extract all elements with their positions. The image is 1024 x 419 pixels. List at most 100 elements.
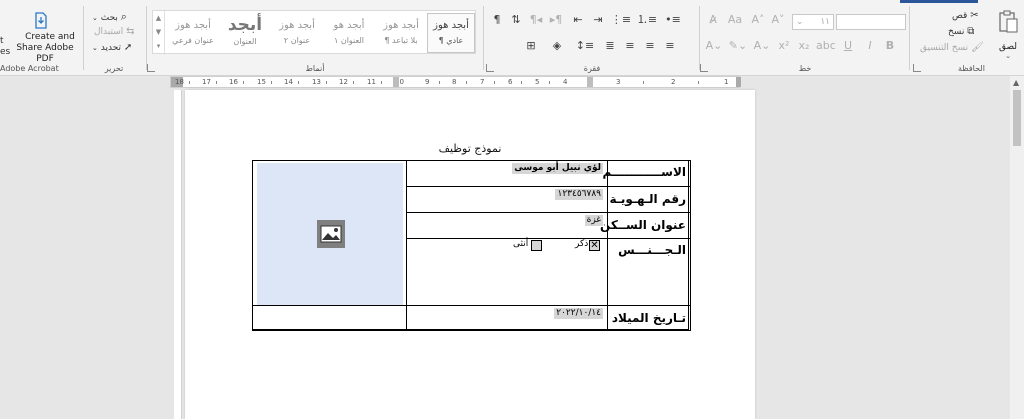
bold-icon[interactable]: B: [882, 38, 898, 54]
scroll-up-icon[interactable]: ▲: [1013, 78, 1019, 87]
italic-icon[interactable]: I: [862, 38, 878, 54]
cursor-arrow-icon: ➚: [123, 42, 133, 53]
justify-icon[interactable]: ≣: [602, 38, 618, 54]
font-size-combo[interactable]: ⌄ ١١: [792, 14, 834, 30]
copy-button[interactable]: نسخ ⧉: [948, 26, 974, 37]
gender-value-cell[interactable]: ✕ ذكر أنثى: [406, 238, 608, 306]
form-title: نموذج توظيف: [438, 142, 502, 155]
address-value-cell[interactable]: غزة: [406, 212, 608, 239]
replace-button[interactable]: استبدال ⇆: [94, 26, 135, 37]
font-group: A̷ Aa A˄ A˅ ⌄ ١١ A⌄ ✎⌄ A⌄ x² x₂ abc U I …: [702, 2, 908, 74]
superscript-icon[interactable]: x²: [776, 38, 792, 54]
ruler-mark: [189, 81, 190, 84]
ruler-mark: [271, 81, 272, 84]
style-name: ¶ عادي: [438, 36, 464, 45]
styles-group: ▲ ▼ ▾ أبجد هوز عنوان فرعي أبجد العنوان أ…: [150, 2, 480, 74]
ruler-margin-right: [736, 77, 741, 87]
rtl-direction-icon[interactable]: ¶◂: [528, 12, 544, 28]
ruler-mark: [216, 81, 217, 84]
create-share-adobe-pdf-button[interactable]: Create and Share Adobe PDF: [0, 10, 82, 64]
vertical-ruler[interactable]: [174, 90, 182, 419]
gallery-up-icon[interactable]: ▲: [153, 11, 164, 25]
multilevel-list-icon[interactable]: ⋮≡: [610, 12, 632, 28]
photo-placeholder[interactable]: [257, 163, 403, 305]
font-name-combo[interactable]: [836, 14, 906, 30]
strikethrough-icon[interactable]: abc: [816, 38, 836, 54]
male-checkbox[interactable]: ✕: [589, 240, 600, 251]
separator: [909, 6, 910, 70]
clipboard-group-label: الحافظة: [958, 64, 985, 73]
decrease-indent-icon[interactable]: ⇤: [570, 12, 586, 28]
style-name: العنوان: [233, 37, 257, 46]
scrollbar-thumb[interactable]: [1013, 90, 1021, 146]
ruler-tick: 1: [724, 78, 729, 86]
paste-button[interactable]: لصق ⌄: [994, 10, 1022, 60]
align-left-icon[interactable]: ≡: [662, 38, 678, 54]
scissors-icon: ✂: [970, 10, 979, 21]
align-right-icon[interactable]: ≡: [622, 38, 638, 54]
employment-form-table[interactable]: لؤي نبيل أبو موسى ١٢٣٤٥٦٧٨٩ غزة ✕ ذكر أن…: [252, 160, 691, 331]
address-label: عنوان الســكن: [600, 218, 686, 232]
styles-group-label: أنماط: [305, 64, 325, 73]
find-button[interactable]: ⌄ بحث ⌕: [92, 10, 127, 24]
borders-icon[interactable]: ⊞: [520, 38, 542, 54]
find-label: بحث: [100, 13, 118, 23]
gallery-more-icon[interactable]: ▾: [153, 39, 164, 53]
male-label: ذكر: [575, 239, 589, 249]
copy-label: نسخ: [948, 27, 965, 37]
separator: [146, 6, 147, 70]
highlight-color-icon[interactable]: ✎⌄: [728, 38, 748, 54]
format-painter-button[interactable]: نسخ التنسيق 🖌: [920, 42, 984, 53]
birth-value-cell[interactable]: ٢٠٢٢/١٠/١٤: [406, 305, 608, 331]
photo-cell[interactable]: [252, 160, 407, 306]
picture-icon-svg: [320, 225, 342, 243]
id-value-cell[interactable]: ١٢٣٤٥٦٧٨٩: [406, 186, 608, 213]
female-checkbox[interactable]: [531, 240, 542, 251]
shading-icon[interactable]: ◈: [546, 38, 568, 54]
bullets-icon[interactable]: •≡: [662, 12, 684, 28]
ruler-mark: [698, 81, 699, 84]
grow-font-icon[interactable]: A˄: [750, 12, 766, 28]
style-subtitle[interactable]: أبجد هوز عنوان فرعي: [169, 13, 217, 53]
name-value-cell[interactable]: لؤي نبيل أبو موسى: [406, 160, 608, 187]
style-heading-2[interactable]: أبجد هوز عنوان ٢: [273, 13, 321, 53]
increase-indent-icon[interactable]: ⇥: [590, 12, 606, 28]
ruler-tick: 18: [175, 78, 184, 86]
shrink-font-icon[interactable]: A˅: [770, 12, 786, 28]
font-color-icon[interactable]: A⌄: [704, 38, 724, 54]
align-center-icon[interactable]: ≡: [642, 38, 658, 54]
sort-icon[interactable]: ⇅: [508, 12, 524, 28]
style-no-spacing[interactable]: أبجد هوز ¶ بلا تباعد: [377, 13, 425, 53]
style-normal[interactable]: أبجد هوز ¶ عادي: [427, 13, 475, 53]
ruler-tick: 4: [563, 78, 568, 86]
select-button[interactable]: ⌄ تحديد ➚: [92, 42, 132, 53]
ruler-tick: 6: [508, 78, 513, 86]
text-effects-icon[interactable]: A⌄: [752, 38, 772, 54]
cut-button[interactable]: قص ✂: [952, 10, 979, 21]
ruler-tick: 2: [671, 78, 676, 86]
change-case-icon[interactable]: Aa: [726, 12, 744, 28]
clear-formatting-icon[interactable]: A̷: [704, 12, 722, 28]
line-spacing-icon[interactable]: ↕≡: [574, 38, 596, 54]
vertical-scrollbar[interactable]: ▲: [1010, 76, 1024, 419]
ruler-tick: 3: [616, 78, 621, 86]
style-title[interactable]: أبجد العنوان: [221, 13, 269, 53]
style-heading-1[interactable]: أبجد هو العنوان ١: [325, 13, 373, 53]
table-column-marker[interactable]: [393, 77, 399, 87]
search-icon: ⌕: [120, 10, 127, 23]
numbering-icon[interactable]: ⒈≡: [636, 12, 658, 28]
show-marks-icon[interactable]: ¶: [490, 12, 504, 28]
document-page[interactable]: نموذج توظيف لؤي نبيل أبو موسى ١٢٣٤٥٦٧٨٩ …: [185, 90, 755, 419]
ruler-tick: 16: [229, 78, 238, 86]
gallery-down-icon[interactable]: ▼: [153, 25, 164, 39]
underline-icon[interactable]: U: [838, 38, 858, 54]
clipboard-group: قص ✂ نسخ ⧉ نسخ التنسيق 🖌 لصق ⌄ الحافظة: [912, 2, 1024, 74]
subscript-icon[interactable]: x₂: [796, 38, 812, 54]
ltr-direction-icon[interactable]: ▸¶: [548, 12, 564, 28]
ruler-tick: 9: [425, 78, 430, 86]
chevron-down-icon: ⌄: [92, 44, 98, 52]
id-value: ١٢٣٤٥٦٧٨٩: [555, 189, 603, 200]
birth-empty-cell[interactable]: [252, 305, 407, 331]
indent-marker[interactable]: [587, 77, 593, 87]
horizontal-ruler[interactable]: 18 17 16 15 14 13 12 11 10 9 8 7 6 5 4 3…: [170, 76, 741, 88]
